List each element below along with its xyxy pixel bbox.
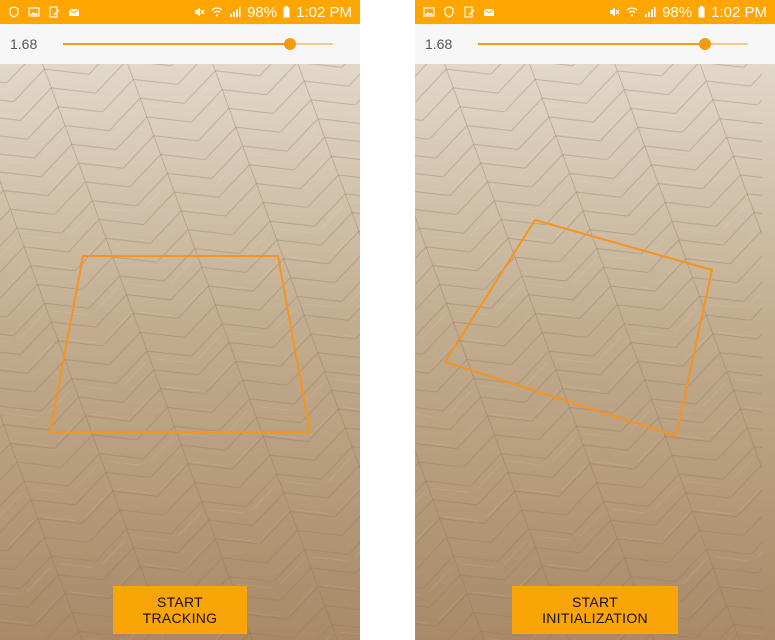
status-icons-right: 98% 1:02 PM xyxy=(608,4,767,21)
slider-value: 1.68 xyxy=(425,36,453,52)
slider-value: 1.68 xyxy=(10,36,38,52)
status-icons-right: 98% 1:02 PM xyxy=(193,4,352,21)
wifi-icon xyxy=(626,6,638,18)
status-icons-left xyxy=(8,6,80,18)
right-phone-screen: 98% 1:02 PM 1.68 START INITIALIZATION xyxy=(415,0,775,640)
edit-icon xyxy=(48,6,60,18)
mail-icon xyxy=(483,6,495,18)
image-icon xyxy=(28,6,40,18)
mute-icon xyxy=(608,6,620,18)
shield-icon xyxy=(8,6,20,18)
status-bar: 98% 1:02 PM xyxy=(0,0,360,24)
control-bar: 1.68 xyxy=(415,24,775,64)
battery-percent: 98% xyxy=(247,3,278,21)
clock: 1:02 PM xyxy=(296,3,352,21)
shield-icon xyxy=(443,6,455,18)
floor-image xyxy=(415,64,775,640)
control-bar: 1.68 xyxy=(0,24,360,64)
camera-view[interactable] xyxy=(0,64,360,640)
signal-icon xyxy=(229,6,241,18)
battery-percent: 98% xyxy=(662,3,693,21)
slider-thumb[interactable] xyxy=(283,38,296,50)
status-icons-left xyxy=(423,6,495,18)
edit-icon xyxy=(463,6,475,18)
slider-thumb[interactable] xyxy=(698,38,711,50)
battery-icon xyxy=(283,6,290,18)
image-icon xyxy=(423,6,435,18)
wifi-icon xyxy=(211,6,223,18)
slider-fill xyxy=(63,43,290,45)
battery-icon xyxy=(698,6,705,18)
status-bar: 98% 1:02 PM xyxy=(415,0,775,24)
clock: 1:02 PM xyxy=(711,3,767,21)
signal-icon xyxy=(644,6,656,18)
mute-icon xyxy=(193,6,205,18)
camera-view[interactable] xyxy=(415,64,775,640)
scale-slider[interactable] xyxy=(478,38,748,50)
slider-fill xyxy=(478,43,705,45)
start-initialization-button[interactable]: START INITIALIZATION xyxy=(512,586,678,634)
left-phone-screen: 98% 1:02 PM 1.68 START TRACKING xyxy=(0,0,360,640)
mail-icon xyxy=(68,6,80,18)
floor-image xyxy=(0,64,360,640)
start-tracking-button[interactable]: START TRACKING xyxy=(113,586,247,634)
scale-slider[interactable] xyxy=(63,38,333,50)
